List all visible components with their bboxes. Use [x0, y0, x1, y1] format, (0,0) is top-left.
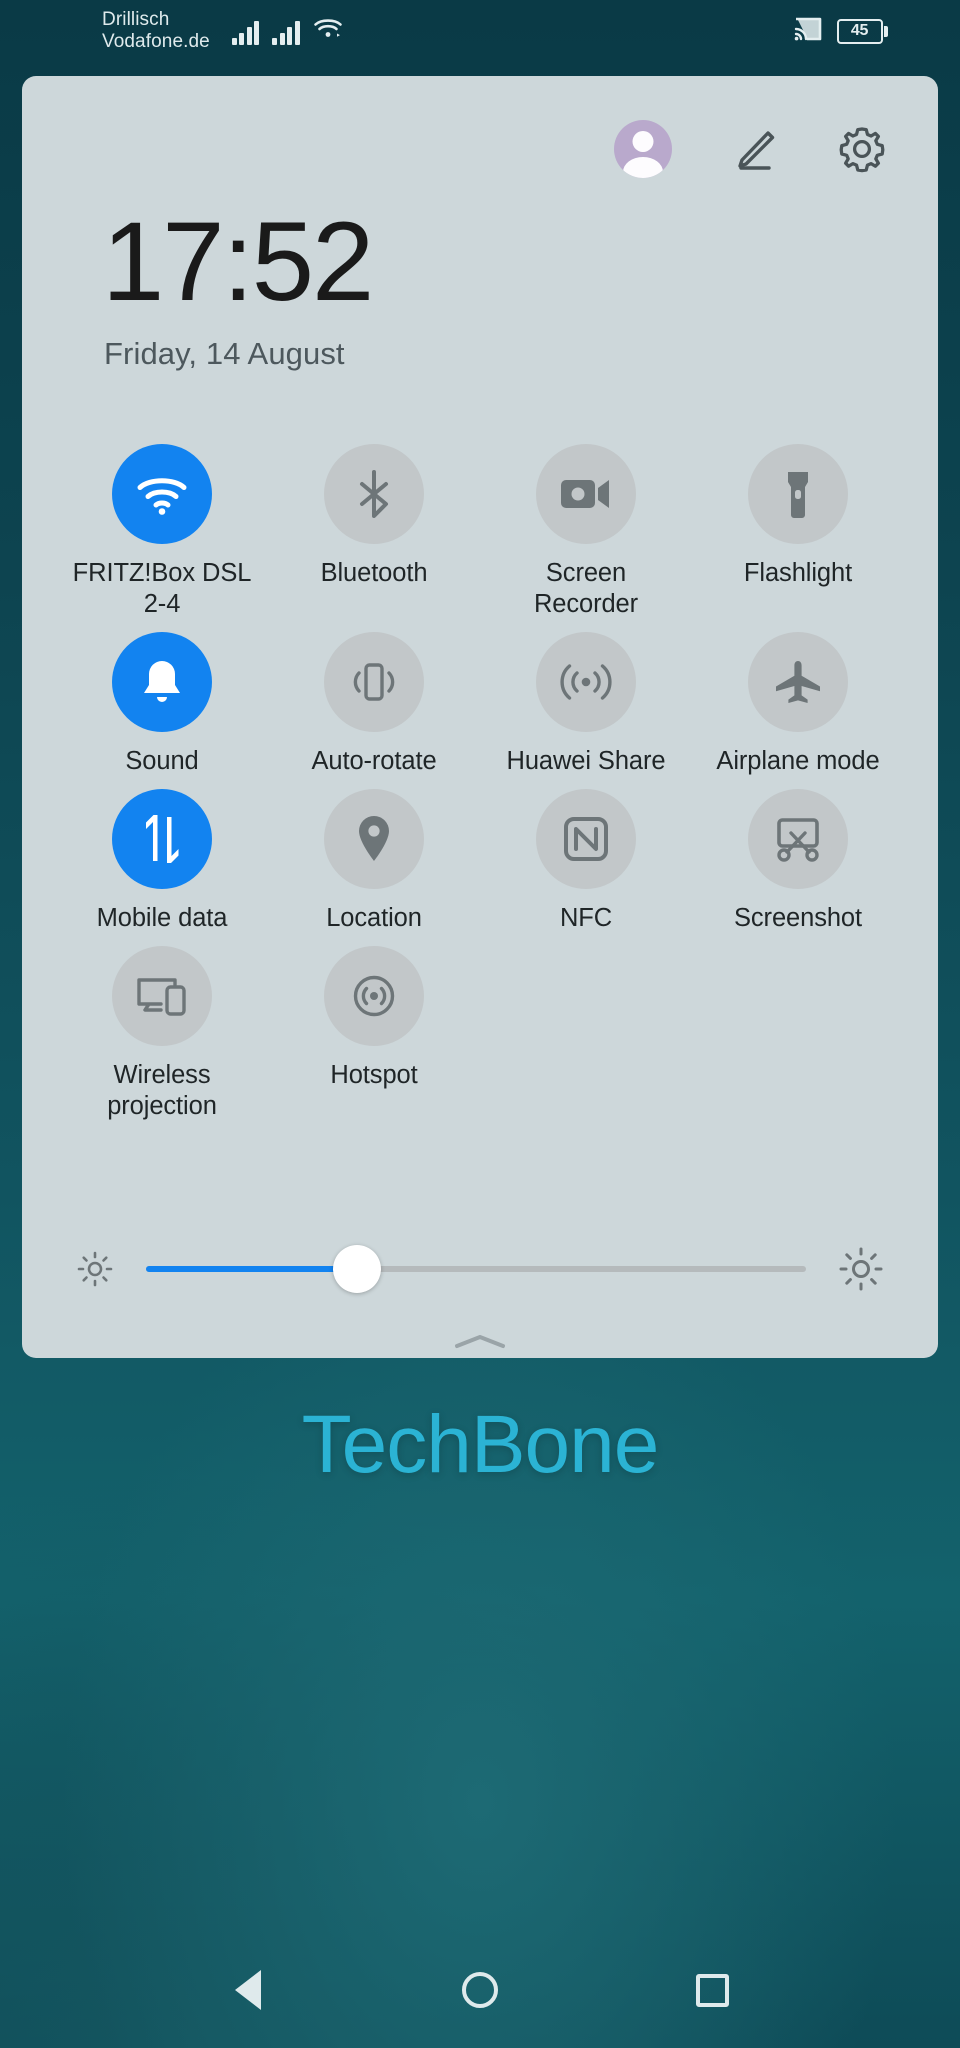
brightness-slider-fill: [146, 1266, 358, 1272]
battery-level-label: 45: [836, 18, 883, 44]
tile-label: Screen Recorder: [533, 559, 639, 618]
brightness-slider-track[interactable]: [146, 1245, 806, 1293]
tile-nfc[interactable]: NFC: [480, 783, 692, 934]
carrier-line-1: Drillisch: [102, 9, 170, 30]
tile-flashlight[interactable]: Flashlight: [692, 438, 904, 620]
clock-time: 17:52: [102, 199, 374, 324]
bluetooth-icon: [360, 470, 388, 518]
tile-label: Flashlight: [743, 559, 853, 587]
cast-icon: [793, 16, 823, 47]
brightness-high-icon[interactable]: [832, 1246, 890, 1292]
user-avatar[interactable]: [614, 120, 672, 178]
tile-screen-recorder[interactable]: Screen Recorder: [480, 438, 692, 620]
nfc-icon: [564, 817, 608, 861]
back-triangle-icon[interactable]: [212, 1954, 284, 2026]
tile-circle: [748, 789, 848, 889]
tile-label: Wireless projection: [107, 1061, 217, 1120]
screenshot-icon: [777, 818, 819, 862]
tile-circle: [324, 444, 424, 544]
cellular-signal-icon: [231, 19, 260, 45]
tile-bluetooth[interactable]: Bluetooth: [268, 438, 480, 620]
tile-circle: [112, 946, 212, 1046]
tile-sound[interactable]: Sound: [56, 626, 268, 777]
hotspot-icon: [353, 975, 395, 1017]
quick-settings-tiles: FRITZ!Box DSL 2-4 Bluetooth Screen Recor…: [22, 438, 938, 1122]
tile-label: FRITZ!Box DSL 2-4: [72, 559, 252, 618]
airplane-icon: [776, 661, 820, 703]
battery-cap: [884, 25, 888, 37]
gear-icon[interactable]: [836, 123, 888, 175]
wifi-icon: [137, 478, 187, 515]
tile-label: Huawei Share: [506, 747, 666, 775]
tile-label: Screenshot: [734, 904, 862, 932]
status-bar-left-icons: [231, 16, 343, 47]
tile-circle: [324, 946, 424, 1046]
tile-label: Bluetooth: [320, 559, 428, 587]
tile-huawei-share[interactable]: Huawei Share: [480, 626, 692, 777]
navigation-bar: [0, 1932, 960, 2048]
collapse-handle-icon[interactable]: [451, 1332, 509, 1352]
tile-location[interactable]: Location: [268, 783, 480, 934]
screen-recorder-icon: [561, 480, 609, 508]
bell-icon: [144, 661, 180, 702]
tile-label: NFC: [559, 904, 613, 932]
tile-circle: [324, 789, 424, 889]
tile-label: Mobile data: [96, 904, 228, 932]
location-pin-icon: [359, 816, 389, 861]
flashlight-icon: [788, 472, 808, 518]
cellular-signal-icon: [272, 19, 300, 45]
wireless-projection-icon: [137, 978, 186, 1016]
recents-square-icon[interactable]: [676, 1954, 748, 2026]
home-circle-icon[interactable]: [444, 1954, 516, 2026]
tile-circle: [536, 789, 636, 889]
huawei-share-icon: [560, 664, 612, 700]
auto-rotate-icon: [353, 663, 395, 701]
quick-settings-header: [22, 76, 938, 186]
status-bar-right-icons: 45: [793, 16, 888, 47]
techbone-watermark: TechBone: [301, 1399, 660, 1490]
tile-auto-rotate[interactable]: Auto-rotate: [268, 626, 480, 777]
tile-label: Auto-rotate: [311, 747, 437, 775]
tile-mobile-data[interactable]: Mobile data: [56, 783, 268, 934]
carrier-label: Drillisch Vodafone.de: [102, 9, 210, 53]
tile-wireless-projection[interactable]: Wireless projection: [56, 940, 268, 1122]
brightness-low-icon[interactable]: [70, 1250, 120, 1288]
tile-hotspot[interactable]: Hotspot: [268, 940, 480, 1122]
tile-circle: [112, 632, 212, 732]
tile-label: Sound: [125, 747, 199, 775]
tile-wifi[interactable]: FRITZ!Box DSL 2-4: [56, 438, 268, 620]
pencil-edit-icon[interactable]: [728, 123, 780, 175]
tile-screenshot[interactable]: Screenshot: [692, 783, 904, 934]
brightness-slider-row: [22, 1245, 938, 1293]
battery-icon: 45: [836, 18, 888, 44]
carrier-line-2: Vodafone.de: [102, 31, 210, 52]
quick-settings-panel: 17:52 Friday, 14 August FRITZ!Box DSL 2-…: [22, 76, 938, 1358]
tile-circle: [536, 444, 636, 544]
brightness-slider-thumb[interactable]: [333, 1245, 382, 1293]
tile-circle: [112, 789, 212, 889]
mobile-data-icon: [146, 815, 179, 863]
tile-circle: [536, 632, 636, 732]
tile-label: Hotspot: [330, 1061, 418, 1089]
tile-circle: [324, 632, 424, 732]
status-bar: Drillisch Vodafone.de 45: [0, 0, 960, 62]
tile-circle: [748, 444, 848, 544]
tile-label: Location: [326, 904, 422, 932]
wifi-icon: [313, 16, 343, 45]
tile-circle: [112, 444, 212, 544]
tile-airplane-mode[interactable]: Airplane mode: [692, 626, 904, 777]
tile-label: Airplane mode: [716, 747, 880, 775]
tile-circle: [748, 632, 848, 732]
clock-date: Friday, 14 August: [104, 336, 345, 371]
